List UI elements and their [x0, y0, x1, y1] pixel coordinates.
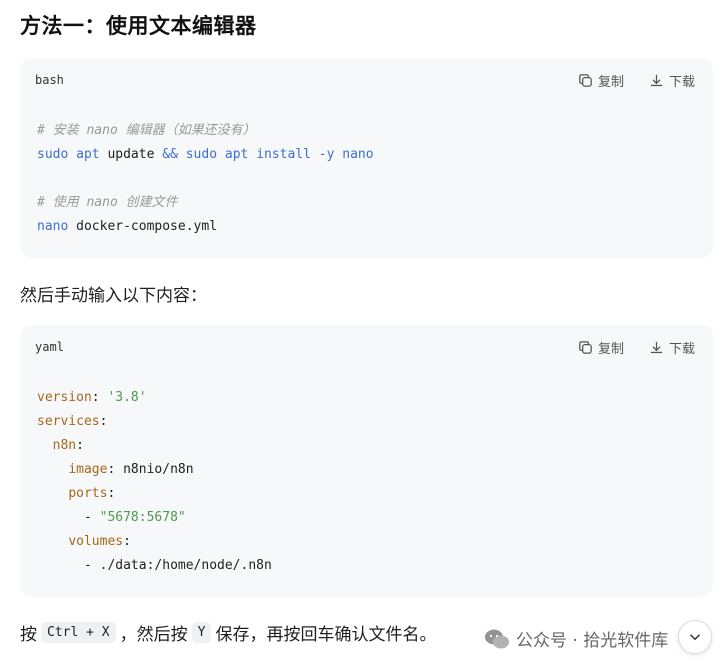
inline-code: Y: [191, 622, 212, 643]
code-token: sudo: [37, 147, 69, 162]
yaml-value: '3.8': [107, 390, 147, 405]
copy-label: 复制: [597, 342, 624, 357]
code-content: # 安装 nano 编辑器（如果还没有） sudo apt update && …: [37, 119, 374, 239]
code-token: install -y nano: [256, 147, 374, 162]
scroll-down-button[interactable]: [678, 620, 712, 654]
download-button[interactable]: 下载: [648, 338, 695, 357]
code-token: apt: [76, 147, 100, 162]
code-comment: # 使用 nano 创建文件: [37, 195, 178, 210]
code-language-label: bash: [35, 73, 64, 87]
code-token: docker-compose.yml: [76, 219, 218, 234]
save-instruction: 按 Ctrl + X ，然后按 Y 保存，再按回车确认文件名。: [20, 620, 436, 645]
download-button[interactable]: 下载: [648, 71, 695, 90]
code-token: &&: [162, 147, 178, 162]
code-block-yaml: yaml 复制 下载 version: '3.8' services: n8n:…: [20, 325, 713, 597]
code-actions: 复制 下载: [577, 338, 695, 357]
code-token: apt: [224, 147, 249, 162]
code-language-label: yaml: [35, 340, 64, 354]
code-actions: 复制 下载: [577, 71, 695, 90]
code-token: update: [107, 147, 155, 162]
code-token: sudo: [185, 147, 218, 162]
yaml-key: image: [68, 462, 108, 477]
watermark: 公众号 · 拾光软件库: [484, 626, 668, 651]
download-icon: [650, 341, 663, 354]
watermark-text: 公众号 · 拾光软件库: [516, 631, 669, 651]
inline-code: Ctrl + X: [41, 622, 116, 643]
code-block-header: yaml 复制 下载: [20, 325, 713, 369]
yaml-value: n8nio/n8n: [123, 462, 194, 477]
yaml-key: ports: [68, 486, 108, 501]
download-label: 下载: [668, 75, 695, 90]
instruction-text: 然后手动输入以下内容：: [20, 286, 207, 306]
code-token: nano: [37, 219, 69, 234]
yaml-key: n8n: [52, 438, 77, 453]
code-block-header: bash 复制 下载: [20, 58, 713, 102]
code-content: version: '3.8' services: n8n: image: n8n…: [37, 390, 272, 573]
yaml-key: volumes: [68, 534, 124, 549]
chevron-down-icon: [689, 634, 701, 641]
yaml-value: "5678:5678": [99, 510, 186, 525]
copy-icon: [579, 74, 592, 87]
download-icon: [650, 74, 663, 87]
copy-label: 复制: [597, 75, 624, 90]
copy-button[interactable]: 复制: [577, 71, 624, 90]
code-block-bash: bash 复制 下载 # 安装 nano 编辑器（如果还没有） sudo apt…: [20, 58, 713, 258]
wechat-icon: [485, 629, 509, 648]
yaml-key: services: [37, 414, 100, 429]
copy-button[interactable]: 复制: [577, 338, 624, 357]
instruction-text: ，然后按: [119, 625, 188, 645]
yaml-value: ./data:/home/node/.n8n: [99, 558, 272, 573]
instruction-text: 保存，再按回车确认文件名。: [215, 625, 437, 645]
code-comment: # 安装 nano 编辑器（如果还没有）: [37, 123, 256, 138]
yaml-key: version: [37, 390, 92, 405]
instruction-text: 按: [20, 625, 37, 645]
copy-icon: [579, 341, 592, 354]
section-heading: 方法一：使用文本编辑器: [20, 14, 257, 38]
download-label: 下载: [668, 342, 695, 357]
